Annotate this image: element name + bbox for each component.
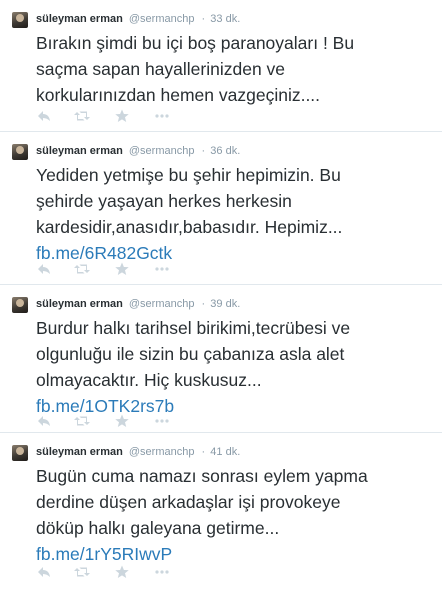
tweet-timestamp[interactable]: 36 dk. bbox=[210, 145, 240, 157]
tweet-text: Bugün cuma namazı sonrası eylem yapma de… bbox=[36, 463, 436, 567]
author-name[interactable]: süleyman erman bbox=[36, 446, 123, 458]
reply-icon[interactable] bbox=[36, 108, 52, 124]
author-handle[interactable]: @sermanchp bbox=[129, 446, 195, 458]
avatar[interactable] bbox=[12, 445, 28, 461]
tweet-text-line: korkularınızdan hemen vazgeçiniz.... bbox=[36, 85, 321, 105]
favorite-icon[interactable] bbox=[114, 108, 130, 124]
tweet-text: Yediden yetmişe bu şehir hepimizin. Bu ş… bbox=[36, 162, 436, 266]
tweet[interactable]: süleyman erman @sermanchp · 33 dk. Bırak… bbox=[0, 0, 442, 132]
tweet-timestamp[interactable]: 41 dk. bbox=[210, 446, 240, 458]
more-icon[interactable] bbox=[154, 261, 170, 277]
avatar[interactable] bbox=[12, 144, 28, 160]
tweet-text-line: saçma sapan hayallerinizden ve bbox=[36, 59, 286, 79]
retweet-icon[interactable] bbox=[74, 261, 90, 277]
tweet[interactable]: süleyman erman @sermanchp · 41 dk. Bugün… bbox=[0, 433, 442, 592]
reply-icon[interactable] bbox=[36, 413, 52, 429]
tweet-text-line: Yediden yetmişe bu şehir hepimizin. Bu bbox=[36, 165, 341, 185]
favorite-icon[interactable] bbox=[114, 413, 130, 429]
tweet-text-line: Bugün cuma namazı sonrası eylem yapma bbox=[36, 466, 368, 486]
tweet-text-line: derdine düşen arkadaşlar işi provokeye bbox=[36, 492, 341, 512]
tweet-text-line: olgunluğu ile sizin bu çabanıza asla ale… bbox=[36, 344, 345, 364]
retweet-icon[interactable] bbox=[74, 413, 90, 429]
meta-separator: · bbox=[201, 13, 206, 25]
reply-icon[interactable] bbox=[36, 564, 52, 580]
tweet-timestamp[interactable]: 33 dk. bbox=[210, 13, 240, 25]
more-icon[interactable] bbox=[154, 413, 170, 429]
timeline: süleyman erman @sermanchp · 33 dk. Bırak… bbox=[0, 0, 442, 592]
tweet-text: Burdur halkı tarihsel birikimi,tecrübesi… bbox=[36, 315, 436, 419]
retweet-icon[interactable] bbox=[74, 108, 90, 124]
author-name[interactable]: süleyman erman bbox=[36, 145, 123, 157]
tweet-text-line: döküp halkı galeyana getirme... bbox=[36, 518, 280, 538]
more-icon[interactable] bbox=[154, 564, 170, 580]
tweet-link[interactable]: fb.me/6R482Gctk bbox=[36, 240, 436, 266]
tweet[interactable]: süleyman erman @sermanchp · 36 dk. Yedid… bbox=[0, 132, 442, 285]
author-handle[interactable]: @sermanchp bbox=[129, 145, 195, 157]
tweet-header: süleyman erman @sermanchp · 41 dk. bbox=[36, 444, 240, 460]
tweet-timestamp[interactable]: 39 dk. bbox=[210, 298, 240, 310]
favorite-icon[interactable] bbox=[114, 261, 130, 277]
tweet-header: süleyman erman @sermanchp · 33 dk. bbox=[36, 11, 240, 27]
author-handle[interactable]: @sermanchp bbox=[129, 13, 195, 25]
tweet-text: Bırakın şimdi bu içi boş paranoyaları ! … bbox=[36, 30, 436, 108]
author-name[interactable]: süleyman erman bbox=[36, 298, 123, 310]
reply-icon[interactable] bbox=[36, 261, 52, 277]
meta-separator: · bbox=[201, 298, 206, 310]
tweet-text-line: olmayacaktır. Hiç kuskusuz... bbox=[36, 370, 262, 390]
tweet-link[interactable]: fb.me/1OTK2rs7b bbox=[36, 393, 436, 419]
author-name[interactable]: süleyman erman bbox=[36, 13, 123, 25]
meta-separator: · bbox=[201, 145, 206, 157]
tweet-header: süleyman erman @sermanchp · 36 dk. bbox=[36, 143, 240, 159]
meta-separator: · bbox=[201, 446, 206, 458]
tweet-header: süleyman erman @sermanchp · 39 dk. bbox=[36, 296, 240, 312]
tweet-text-line: kardesidir,anasıdır,babasıdır. Hepimiz..… bbox=[36, 217, 343, 237]
tweet[interactable]: süleyman erman @sermanchp · 39 dk. Burdu… bbox=[0, 285, 442, 433]
tweet-text-line: şehirde yaşayan herkes herkesin bbox=[36, 191, 292, 211]
more-icon[interactable] bbox=[154, 108, 170, 124]
avatar[interactable] bbox=[12, 297, 28, 313]
tweet-text-line: Bırakın şimdi bu içi boş paranoyaları ! … bbox=[36, 33, 355, 53]
tweet-text-line: Burdur halkı tarihsel birikimi,tecrübesi… bbox=[36, 318, 351, 338]
favorite-icon[interactable] bbox=[114, 564, 130, 580]
author-handle[interactable]: @sermanchp bbox=[129, 298, 195, 310]
retweet-icon[interactable] bbox=[74, 564, 90, 580]
tweet-link[interactable]: fb.me/1rY5RIwvP bbox=[36, 541, 436, 567]
avatar[interactable] bbox=[12, 12, 28, 28]
